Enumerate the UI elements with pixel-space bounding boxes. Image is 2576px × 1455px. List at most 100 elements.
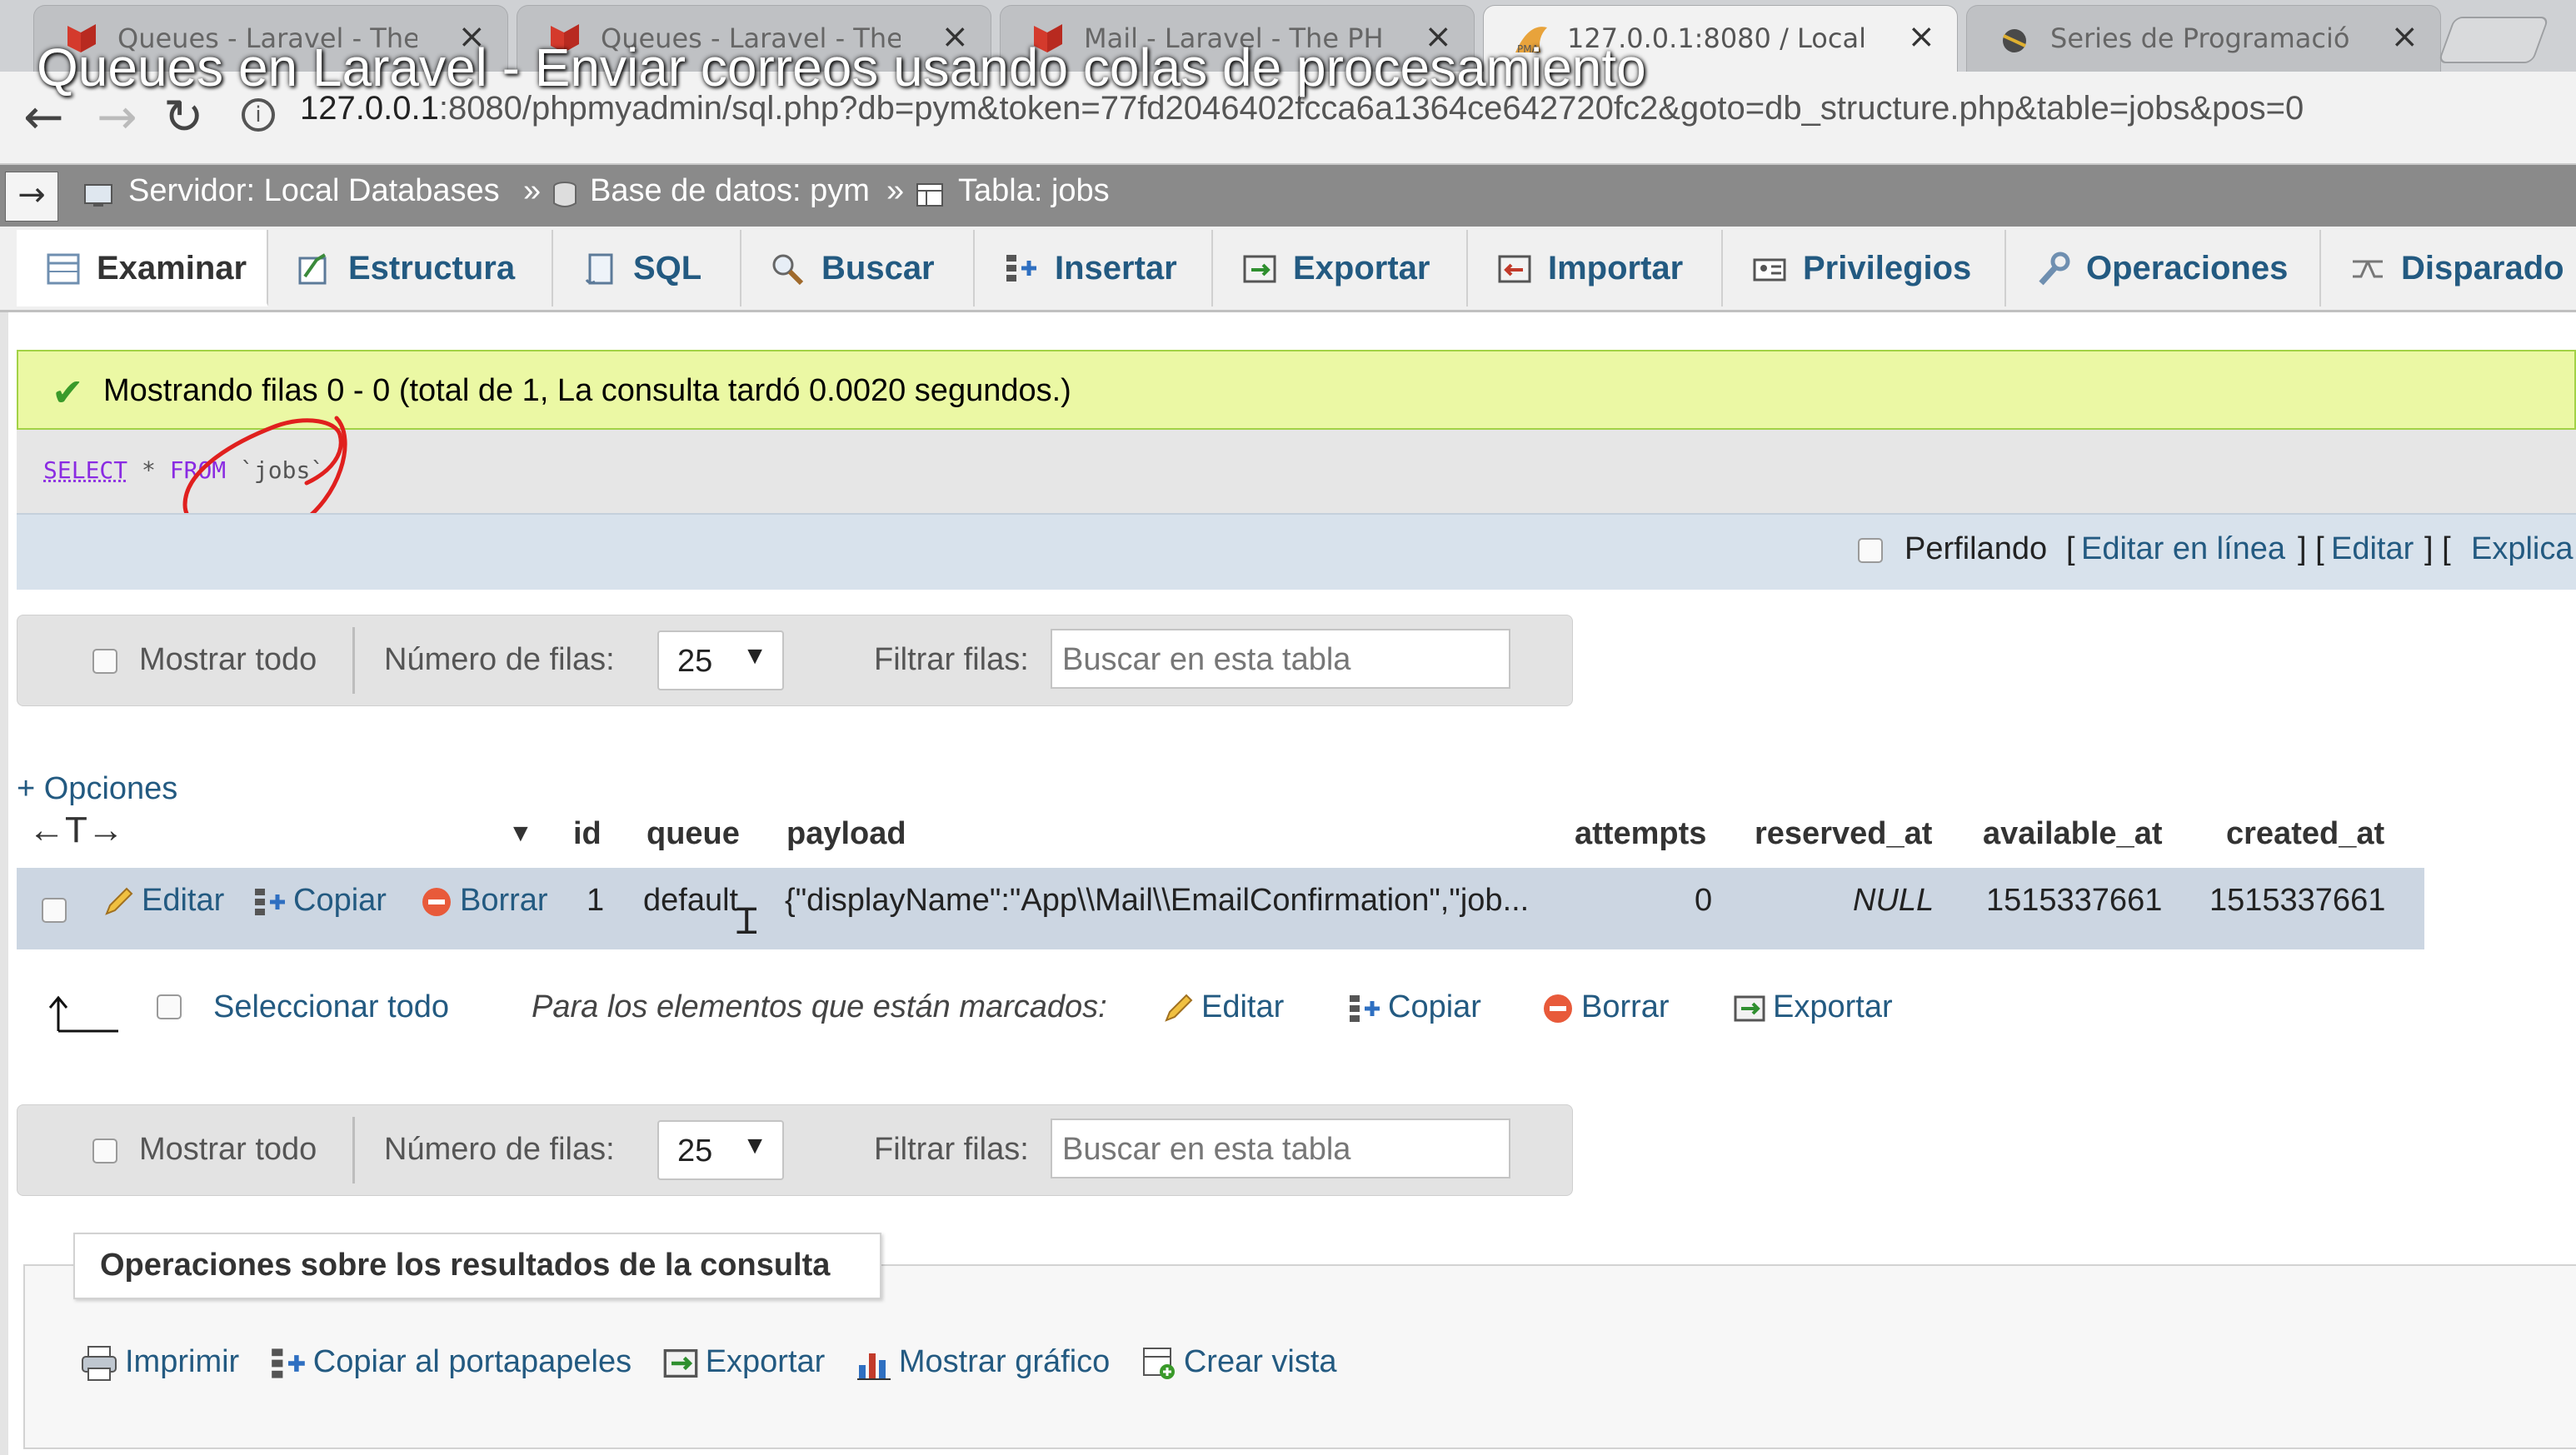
with-selected-label: Para los elementos que están marcados: — [532, 989, 1107, 1024]
divider — [352, 1117, 355, 1183]
show-all-checkbox[interactable] — [92, 649, 117, 674]
row-edit-link[interactable]: Editar — [102, 883, 224, 919]
show-chart-link[interactable]: Mostrar gráfico — [856, 1344, 1110, 1382]
table-row: Editar Copiar Borrar 1 default {"display… — [17, 866, 2424, 949]
bulk-delete-button[interactable]: Borrar — [1541, 989, 1670, 1025]
insert-icon — [1006, 255, 1036, 282]
tab-label: Disparado — [2401, 250, 2564, 287]
edit-link[interactable]: Editar — [2331, 531, 2414, 567]
browser-tab[interactable]: Series de Programación y n × — [1966, 5, 2441, 72]
tab-label: Examinar — [97, 250, 247, 287]
table-header: ←T→ ▼ id queue payload attempts reserved… — [17, 808, 2424, 863]
cell-reserved-at[interactable]: NULL — [1853, 883, 1934, 919]
column-header[interactable]: payload — [786, 816, 906, 852]
copy-icon — [271, 1348, 305, 1378]
column-header[interactable]: id — [573, 816, 602, 852]
select-all-checkbox[interactable] — [157, 994, 182, 1019]
tab-label: Privilegios — [1803, 250, 1972, 287]
dropdown-arrow-icon: ▼ — [742, 642, 767, 670]
tab-label: Estructura — [348, 250, 516, 287]
copy-clipboard-label: Copiar al portapapeles — [312, 1344, 632, 1379]
rows-value: 25 — [677, 644, 713, 679]
collapse-arrow-icon[interactable]: → — [5, 172, 58, 222]
tab-label: Insertar — [1055, 250, 1177, 287]
filter-input[interactable]: Buscar en esta tabla — [1051, 629, 1510, 689]
bulk-export-button[interactable]: Exportar — [1733, 989, 1893, 1025]
row-checkbox[interactable] — [42, 898, 67, 923]
tab-privilegios[interactable]: Privilegios — [1723, 230, 2006, 306]
create-view-icon — [1142, 1347, 1175, 1379]
pencil-icon — [105, 887, 133, 915]
copy-icon — [255, 888, 285, 915]
row-copy-label: Copiar — [293, 883, 387, 918]
bulk-delete-label: Borrar — [1581, 989, 1670, 1024]
create-view-link[interactable]: Crear vista — [1141, 1344, 1337, 1382]
cell-available-at[interactable]: 1515337661 — [1986, 883, 2162, 919]
breadcrumb-database[interactable]: Base de datos: pym — [590, 173, 870, 209]
select-all-link[interactable]: Seleccionar todo — [213, 989, 449, 1025]
new-tab-button[interactable] — [2437, 17, 2550, 63]
tab-exportar[interactable]: Exportar — [1213, 230, 1468, 306]
column-header[interactable]: attempts — [1575, 816, 1706, 852]
bar-chart-icon — [856, 1353, 891, 1380]
sql-keyword: SELECT — [43, 456, 128, 484]
explain-link[interactable]: Explica — [2471, 531, 2574, 567]
breadcrumb-server[interactable]: Servidor: Local Databases — [128, 173, 500, 209]
row-edit-label: Editar — [142, 883, 225, 918]
cell-queue[interactable]: default — [643, 883, 738, 919]
tab-estructura[interactable]: Estructura — [268, 230, 553, 306]
cell-id[interactable]: 1 — [587, 883, 604, 919]
row-delete-label: Borrar — [460, 883, 548, 918]
bulk-edit-button[interactable]: Editar — [1161, 989, 1284, 1025]
address-bar[interactable]: 127.0.0.1:8080/phpmyadmin/sql.php?db=pym… — [235, 90, 2568, 147]
tab-label: SQL — [633, 250, 702, 287]
print-link[interactable]: Imprimir — [80, 1344, 239, 1382]
rows-select[interactable]: 25 ▼ — [657, 630, 784, 690]
column-header[interactable]: queue — [646, 816, 740, 852]
cell-attempts[interactable]: 0 — [1695, 883, 1712, 919]
column-header[interactable]: available_at — [1983, 816, 2162, 852]
cell-created-at[interactable]: 1515337661 — [2209, 883, 2385, 919]
row-delete-link[interactable]: Borrar — [420, 883, 548, 919]
row-copy-link[interactable]: Copiar — [253, 883, 387, 919]
show-all-label: Mostrar todo — [139, 642, 317, 677]
sort-dropdown-icon[interactable]: ▼ — [508, 820, 533, 848]
export-link[interactable]: Exportar — [662, 1344, 825, 1382]
copy-icon — [1350, 994, 1380, 1022]
tab-disparadores[interactable]: Disparado — [2321, 230, 2576, 306]
options-link[interactable]: + Opciones — [17, 771, 177, 807]
close-icon[interactable]: × — [1907, 17, 1935, 56]
tab-sql[interactable]: SQL — [553, 230, 741, 306]
breadcrumb-separator: » — [523, 173, 542, 208]
show-all-checkbox[interactable] — [92, 1139, 117, 1164]
tab-examinar[interactable]: Examinar — [17, 230, 268, 306]
left-frame-edge — [0, 165, 8, 1455]
navigation-bar-top: Mostrar todo Número de filas: 25 ▼ Filtr… — [17, 615, 1573, 706]
filter-label: Filtrar filas: — [874, 1132, 1029, 1167]
success-message: ✔ Mostrando filas 0 - 0 (total de 1, La … — [17, 350, 2576, 430]
tab-operaciones[interactable]: Operaciones — [2006, 230, 2321, 306]
copy-clipboard-link[interactable]: Copiar al portapapeles — [270, 1344, 632, 1382]
cell-payload[interactable]: {"displayName":"App\\Mail\\EmailConfirma… — [785, 883, 1529, 919]
server-icon — [84, 184, 112, 207]
tab-buscar[interactable]: Buscar — [741, 230, 975, 306]
close-icon[interactable]: × — [2390, 17, 2419, 56]
tab-insertar[interactable]: Insertar — [975, 230, 1213, 306]
filter-input[interactable]: Buscar en esta tabla — [1051, 1119, 1510, 1178]
breadcrumb-table[interactable]: Tabla: jobs — [958, 173, 1110, 209]
column-header[interactable]: reserved_at — [1755, 816, 1932, 852]
profiling-checkbox[interactable] — [1858, 538, 1883, 563]
tab-importar[interactable]: Importar — [1468, 230, 1723, 306]
rows-select[interactable]: 25 ▼ — [657, 1120, 784, 1180]
bracket-text: ] [ — [2298, 531, 2324, 566]
column-resize-icon[interactable]: ←T→ — [28, 810, 124, 851]
legend-text: Operaciones sobre los resultados de la c… — [100, 1248, 831, 1283]
rows-label: Número de filas: — [384, 642, 615, 677]
bulk-copy-button[interactable]: Copiar — [1348, 989, 1481, 1025]
delete-icon — [1544, 994, 1572, 1023]
edit-inline-link[interactable]: Editar en línea — [2081, 531, 2285, 567]
import-icon — [1498, 255, 1531, 283]
export-icon — [663, 1348, 698, 1378]
bracket-text: ] [ — [2424, 531, 2451, 566]
column-header[interactable]: created_at — [2226, 816, 2384, 852]
